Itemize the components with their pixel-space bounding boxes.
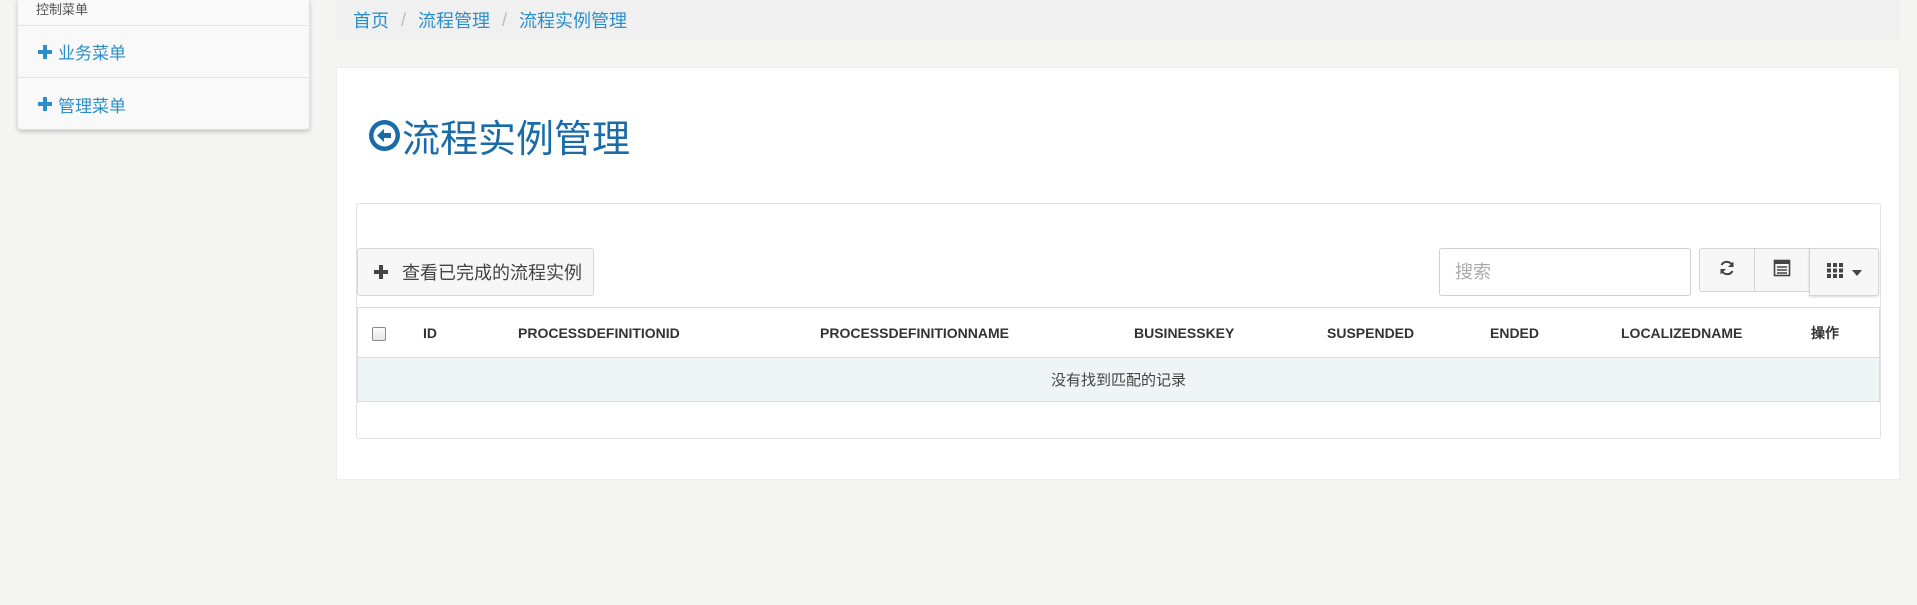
select-all-header: [357, 307, 423, 358]
page-title-text: 流程实例管理: [402, 119, 631, 161]
chevron-down-icon: [1852, 263, 1862, 281]
sidebar-title: 控制菜单: [18, 0, 309, 26]
empty-table-message: 没有找到匹配的记录: [357, 357, 1880, 402]
column-header-id[interactable]: ID: [423, 307, 518, 358]
column-header-processdefinitionid[interactable]: PROCESSDEFINITIONID: [518, 307, 820, 358]
page-title: 流程实例管理: [369, 108, 630, 163]
process-instance-table: ID PROCESSDEFINITIONID PROCESSDEFINITION…: [357, 307, 1880, 402]
column-header-processdefinitionname[interactable]: PROCESSDEFINITIONNAME: [820, 307, 1134, 358]
sidebar-item-business-menu[interactable]: 业务菜单: [18, 26, 309, 78]
sidebar-item-label: 管理菜单: [58, 96, 126, 116]
view-completed-instances-label: 查看已完成的流程实例: [402, 263, 582, 283]
column-header-actions: 操作: [1811, 307, 1880, 358]
arrow-circle-left-icon[interactable]: [369, 120, 400, 151]
sidebar-item-label: 业务菜单: [58, 44, 126, 63]
breadcrumb-home[interactable]: 首页: [353, 7, 389, 33]
sidebar: 控制菜单 业务菜单 管理菜单: [17, 0, 310, 130]
breadcrumb: 首页 / 流程管理 / 流程实例管理: [336, 0, 1900, 40]
column-header-suspended[interactable]: SUSPENDED: [1327, 307, 1490, 358]
view-completed-instances-button[interactable]: 查看已完成的流程实例: [357, 248, 594, 296]
table-header-row: ID PROCESSDEFINITIONID PROCESSDEFINITION…: [357, 307, 1880, 358]
table-container: 查看已完成的流程实例 搜索 ID PROCESSDEFINITIONID PRO…: [356, 203, 1881, 439]
column-header-localizedname[interactable]: LOCALIZEDNAME: [1621, 307, 1811, 358]
breadcrumb-separator: /: [401, 9, 407, 30]
column-header-businesskey[interactable]: BUSINESSKEY: [1134, 307, 1327, 358]
refresh-button[interactable]: [1699, 248, 1755, 292]
grid-columns-icon: [1826, 261, 1844, 284]
breadcrumb-separator: /: [502, 9, 508, 30]
breadcrumb-process-management[interactable]: 流程管理: [418, 7, 490, 33]
columns-dropdown-button[interactable]: [1809, 248, 1879, 296]
plus-icon: [38, 44, 52, 59]
column-header-ended[interactable]: ENDED: [1490, 307, 1621, 358]
table-row: 没有找到匹配的记录: [357, 357, 1880, 402]
select-all-checkbox[interactable]: [372, 326, 386, 341]
plus-icon: [38, 97, 52, 111]
toggle-view-button[interactable]: [1754, 248, 1810, 292]
plus-icon: [374, 265, 388, 279]
sidebar-item-admin-menu[interactable]: 管理菜单: [18, 78, 309, 130]
refresh-icon: [1718, 259, 1736, 282]
list-toggle-icon: [1773, 259, 1791, 282]
breadcrumb-process-instance-management[interactable]: 流程实例管理: [519, 7, 627, 33]
search-input[interactable]: [1439, 248, 1691, 296]
main-panel: 流程实例管理 查看已完成的流程实例 搜索 ID PROCESSDEFINITIO…: [336, 67, 1900, 480]
